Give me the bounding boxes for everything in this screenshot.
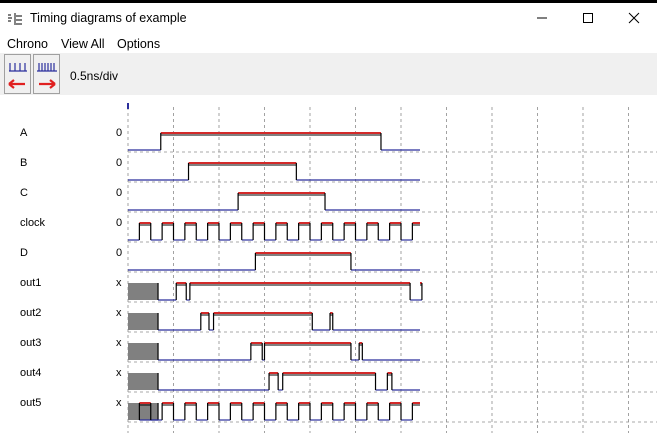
unknown-state-block: [128, 403, 159, 420]
close-button[interactable]: [611, 3, 657, 33]
minimize-button[interactable]: [519, 3, 565, 33]
maximize-icon: [583, 13, 593, 23]
unknown-state-block: [128, 343, 159, 360]
close-icon: [628, 12, 640, 24]
signal-label: A: [20, 127, 28, 139]
window-title: Timing diagrams of example: [30, 11, 187, 25]
signal-initial-value: x: [116, 307, 122, 319]
menu-view-all[interactable]: View All: [61, 37, 105, 51]
title-bar[interactable]: Timing diagrams of example: [0, 3, 657, 33]
signal-initial-value: 0: [116, 247, 122, 259]
dense-ticks-icon: [37, 63, 57, 89]
toolbar: 0.5ns/div: [0, 53, 657, 95]
signal-initial-value: x: [116, 397, 122, 409]
signal-label: out5: [20, 397, 41, 409]
menu-options[interactable]: Options: [117, 37, 160, 51]
signal-initial-value: 0: [116, 187, 122, 199]
menu-bar: Chrono View All Options: [0, 34, 657, 53]
signal-label: C: [20, 187, 28, 199]
signal-label: out1: [20, 277, 41, 289]
wide-ticks-icon: [8, 63, 27, 89]
signal-label: D: [20, 247, 28, 259]
signal-initial-value: x: [116, 337, 122, 349]
time-scale-label: 0.5ns/div: [70, 69, 119, 83]
signal-label: out4: [20, 367, 41, 379]
signal-label: out2: [20, 307, 41, 319]
signal-initial-value: x: [116, 367, 122, 379]
unknown-state-block: [128, 373, 159, 390]
signal-label: out3: [20, 337, 41, 349]
maximize-button[interactable]: [565, 3, 611, 33]
zoom-in-button[interactable]: [33, 54, 60, 94]
signal-label: B: [20, 157, 27, 169]
menu-chrono[interactable]: Chrono: [7, 37, 48, 51]
zoom-out-button[interactable]: [4, 54, 31, 94]
unknown-state-block: [128, 283, 159, 300]
signal-initial-value: 0: [116, 157, 122, 169]
app-icon: [7, 12, 23, 26]
signal-label: clock: [20, 217, 46, 229]
unknown-state-block: [128, 313, 159, 330]
minimize-icon: [537, 17, 547, 19]
timing-diagram[interactable]: A 0 B 0 C 0 clock 0 D 0 out1 x out2 x out3 x out4 x out5 x: [0, 95, 657, 433]
signal-initial-value: 0: [116, 127, 122, 139]
signal-initial-value: 0: [116, 217, 122, 229]
signal-initial-value: x: [116, 277, 122, 289]
